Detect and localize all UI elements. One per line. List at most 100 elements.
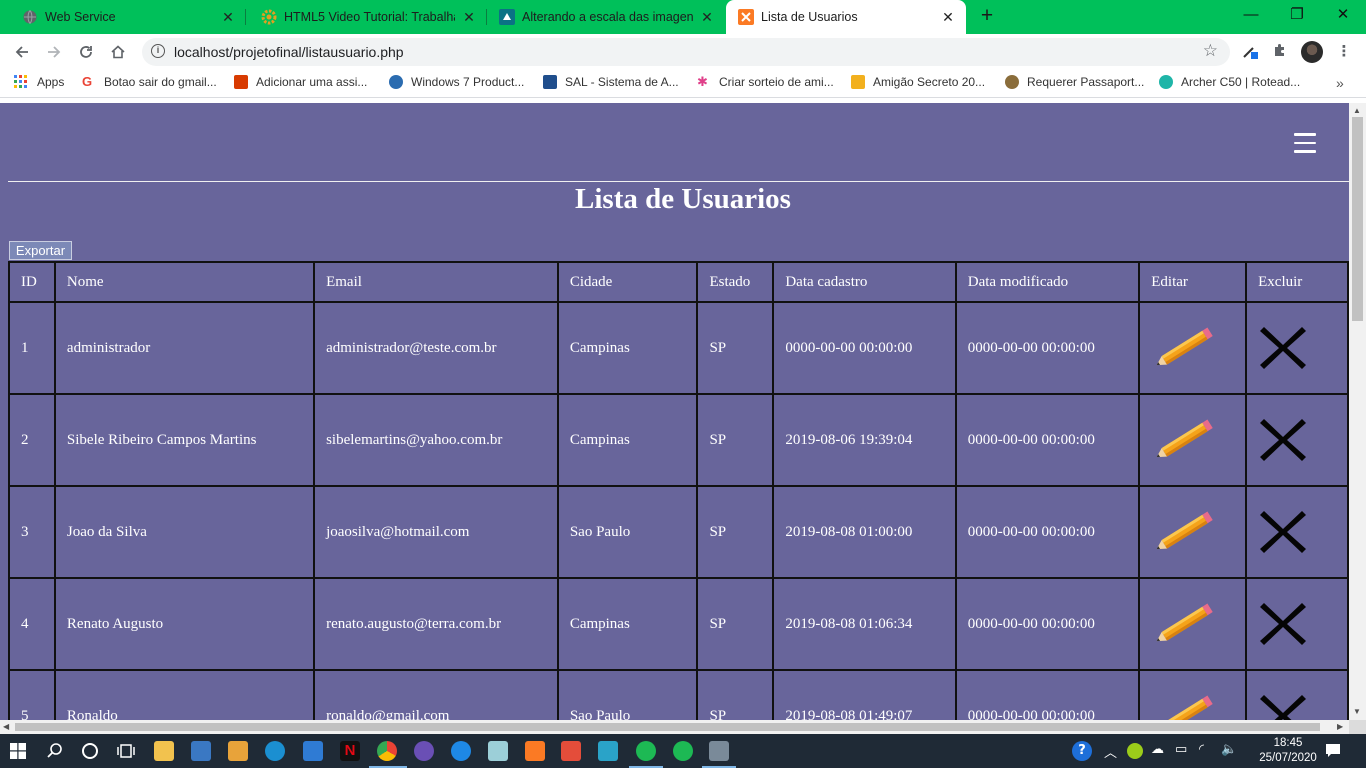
scroll-up-arrow-icon[interactable]: ▲: [1353, 106, 1361, 115]
netflix-icon[interactable]: N: [340, 741, 360, 761]
bookmark-label: SAL - Sistema de A...: [565, 75, 679, 89]
close-tab-icon[interactable]: ✕: [699, 9, 715, 26]
restore-icon[interactable]: ❐: [1274, 0, 1320, 30]
scroll-down-arrow-icon[interactable]: ▼: [1353, 707, 1361, 716]
file-explorer-icon[interactable]: [154, 741, 174, 761]
bookmark-item[interactable]: Archer C50 | Rotead...: [1159, 75, 1300, 89]
tab-alterando-escala[interactable]: Alterando a escala das imagens c ✕: [477, 0, 725, 34]
battery-icon[interactable]: ▭: [1175, 742, 1187, 757]
cell-nome: administrador: [53, 301, 316, 395]
bookmark-star-icon[interactable]: ☆: [1203, 41, 1218, 61]
edit-pencil-icon[interactable]: [1151, 686, 1221, 720]
horizontal-scroll-thumb[interactable]: [15, 723, 1320, 731]
extensions-puzzle-icon[interactable]: [1270, 42, 1290, 62]
anydesk-icon[interactable]: [561, 741, 581, 761]
cell-nome: Ronaldo: [53, 669, 316, 720]
cell-excluir: [1245, 393, 1349, 487]
store-icon[interactable]: [191, 741, 211, 761]
delete-x-icon[interactable]: [1258, 415, 1308, 465]
column-header-editar: Editar: [1138, 261, 1248, 303]
bookmark-item[interactable]: Requerer Passaport...: [1005, 75, 1144, 89]
vertical-scrollbar[interactable]: ▲ ▼: [1349, 103, 1366, 720]
cell-data-modificado: 0000-00-00 00:00:00: [954, 393, 1141, 487]
bookmark-item[interactable]: Windows 7 Product...: [389, 75, 524, 89]
spotify-icon[interactable]: [673, 741, 693, 761]
media-app-icon[interactable]: [228, 741, 248, 761]
tray-expand-icon[interactable]: ︿: [1104, 742, 1117, 761]
profile-avatar[interactable]: [1301, 41, 1323, 63]
app-frame-icon[interactable]: [598, 741, 618, 761]
cell-estado: SP: [696, 393, 775, 487]
edge-legacy-icon[interactable]: [451, 741, 471, 761]
gift-favicon-icon: [851, 75, 865, 89]
bookmark-item[interactable]: Amigão Secreto 20...: [851, 75, 985, 89]
app-sphere-icon[interactable]: [414, 741, 434, 761]
close-tab-icon[interactable]: ✕: [220, 9, 236, 26]
xampp-icon[interactable]: [525, 741, 545, 761]
reload-icon[interactable]: [73, 40, 99, 64]
windows-start-icon[interactable]: [10, 743, 26, 764]
app-misc-icon[interactable]: [709, 741, 729, 761]
close-tab-icon[interactable]: ✕: [940, 9, 956, 26]
chrome-icon[interactable]: [377, 741, 397, 761]
tab-label: HTML5 Video Tutorial: Trabalhan: [284, 10, 455, 24]
edit-pencil-icon[interactable]: [1151, 318, 1221, 378]
task-view-icon[interactable]: [117, 742, 135, 765]
more-bookmarks-icon[interactable]: »: [1336, 75, 1344, 91]
vertical-scroll-thumb[interactable]: [1352, 117, 1363, 321]
delete-x-icon[interactable]: [1258, 691, 1308, 720]
address-bar[interactable]: i localhost/projetofinal/listausuario.ph…: [142, 38, 1230, 66]
notes-app-icon[interactable]: [488, 741, 508, 761]
delete-x-icon[interactable]: [1258, 323, 1308, 373]
cell-data-modificado: 0000-00-00 00:00:00: [954, 485, 1141, 579]
wifi-icon[interactable]: ◜: [1199, 742, 1204, 757]
tab-lista-usuarios[interactable]: Lista de Usuarios ✕: [726, 0, 966, 34]
cell-cidade: Campinas: [556, 301, 699, 395]
close-tab-icon[interactable]: ✕: [461, 9, 477, 26]
tab-label: Alterando a escala das imagens c: [522, 10, 693, 24]
bookmark-item[interactable]: G Botao sair do gmail...: [82, 75, 217, 90]
delete-x-icon[interactable]: [1258, 507, 1308, 557]
mail-icon[interactable]: [303, 741, 323, 761]
close-window-icon[interactable]: ✕: [1320, 0, 1366, 30]
bookmark-item[interactable]: SAL - Sistema de A...: [543, 75, 679, 89]
column-header-cidade: Cidade: [556, 261, 699, 303]
menu-kebab-icon[interactable]: ⋮: [1334, 42, 1354, 62]
spotify-small-icon[interactable]: [636, 741, 656, 761]
back-icon[interactable]: [9, 40, 35, 64]
scroll-right-arrow-icon[interactable]: ▶: [1337, 722, 1343, 731]
cell-id: 4: [8, 577, 56, 671]
office-favicon-icon: [234, 75, 248, 89]
delete-x-icon[interactable]: [1258, 599, 1308, 649]
extension-pen-icon[interactable]: [1240, 42, 1260, 62]
edit-pencil-icon[interactable]: [1151, 594, 1221, 654]
bookmark-item[interactable]: ✱ Criar sorteio de ami...: [697, 75, 834, 90]
edit-pencil-icon[interactable]: [1151, 502, 1221, 562]
onedrive-cloud-icon[interactable]: ☁: [1151, 742, 1164, 757]
forward-icon[interactable]: [41, 40, 67, 64]
home-icon[interactable]: [105, 40, 131, 64]
bookmark-item[interactable]: Adicionar uma assi...: [234, 75, 367, 89]
search-icon[interactable]: [46, 742, 64, 765]
new-tab-button[interactable]: +: [976, 5, 998, 27]
edit-pencil-icon[interactable]: [1151, 410, 1221, 470]
bookmark-apps[interactable]: Apps: [14, 75, 64, 89]
system-clock[interactable]: 18:45 25/07/2020: [1258, 736, 1318, 766]
cortana-icon[interactable]: [81, 742, 99, 765]
table-header-row: ID Nome Email Cidade Estado Data cadastr…: [8, 261, 1349, 303]
edge-icon[interactable]: [265, 741, 285, 761]
imasters-favicon-icon: [499, 9, 515, 25]
horizontal-scrollbar[interactable]: ◀ ▶: [0, 720, 1349, 734]
notifications-icon[interactable]: [1325, 742, 1341, 762]
help-icon[interactable]: ?: [1072, 741, 1092, 761]
volume-icon[interactable]: 🔈: [1221, 742, 1237, 757]
tab-web-service[interactable]: Web Service ✕: [0, 0, 246, 34]
scroll-left-arrow-icon[interactable]: ◀: [3, 722, 9, 731]
tab-html5-video[interactable]: HTML5 Video Tutorial: Trabalhan ✕: [239, 0, 487, 34]
site-info-icon[interactable]: i: [151, 44, 165, 58]
tray-app-icon[interactable]: [1127, 743, 1143, 759]
minimize-icon[interactable]: —: [1228, 0, 1274, 30]
export-button[interactable]: Exportar: [9, 241, 72, 260]
cell-editar: [1138, 301, 1248, 395]
hamburger-menu-icon[interactable]: [1294, 133, 1316, 153]
